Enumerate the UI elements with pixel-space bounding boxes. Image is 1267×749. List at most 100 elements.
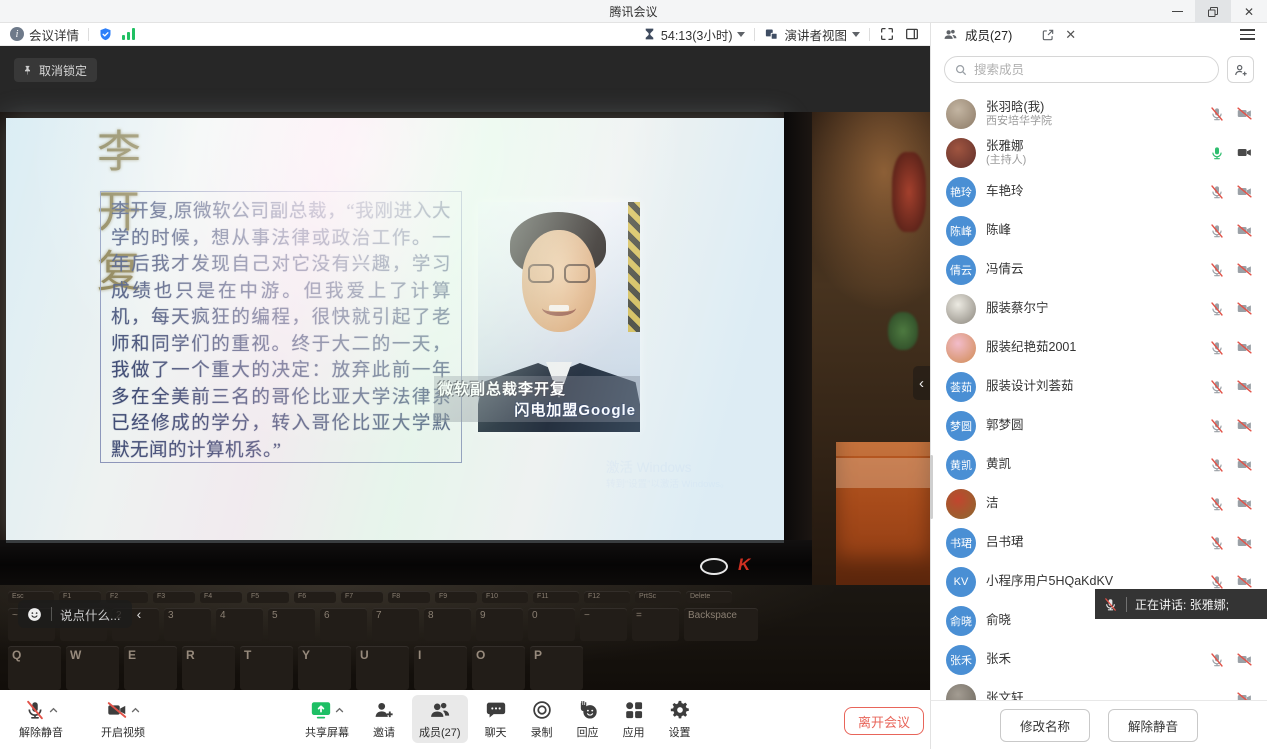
security-shield-icon[interactable] xyxy=(98,27,113,42)
search-member-box[interactable] xyxy=(944,56,1219,83)
member-row[interactable]: 倩云冯倩云 xyxy=(931,250,1267,289)
member-row[interactable]: 艳玲车艳玲 xyxy=(931,172,1267,211)
toolbar-label: 回应 xyxy=(577,724,599,740)
close-button[interactable]: ✕ xyxy=(1231,0,1267,23)
camera-on-icon[interactable] xyxy=(1236,144,1253,161)
view-mode-button[interactable]: 演讲者视图 xyxy=(764,25,860,44)
camera-off-icon[interactable] xyxy=(1236,456,1253,473)
keyboard-key: = xyxy=(632,608,679,641)
speaking-label: 正在讲话: xyxy=(1135,598,1186,612)
emoji-icon[interactable] xyxy=(26,606,43,623)
unmute-all-button[interactable]: 解除静音 xyxy=(1108,709,1198,742)
member-row[interactable]: 荟茹服装设计刘荟茹 xyxy=(931,367,1267,406)
avatar: 黄凯 xyxy=(946,450,976,480)
toolbar-label: 解除静音 xyxy=(19,724,63,740)
member-row[interactable]: 张羽晗(我)西安培华学院 xyxy=(931,94,1267,133)
member-row[interactable]: 服装蔡尔宁 xyxy=(931,289,1267,328)
member-name: 张雅娜 xyxy=(986,139,1209,154)
member-row[interactable]: 书珺吕书珺 xyxy=(931,523,1267,562)
member-row[interactable]: 张文轩 xyxy=(931,679,1267,700)
camera-off-icon[interactable] xyxy=(1236,339,1253,356)
side-panel-icon xyxy=(904,26,920,42)
meeting-toolbar: i 会议详情 54:13(3小时) 演讲者视图 xyxy=(0,23,930,46)
toolbar-reactions[interactable]: 回应 xyxy=(570,695,606,743)
camera-off-icon[interactable] xyxy=(1236,495,1253,512)
member-row[interactable]: 张禾张禾 xyxy=(931,640,1267,679)
search-member-input[interactable] xyxy=(974,63,1209,77)
fullscreen-button[interactable] xyxy=(879,26,895,42)
add-member-button[interactable] xyxy=(1227,56,1254,83)
mic-muted-icon[interactable] xyxy=(1209,574,1225,590)
laptop-bezel xyxy=(0,540,812,585)
toolbar-record[interactable]: 录制 xyxy=(524,695,560,743)
member-row[interactable]: 张雅娜(主持人) xyxy=(931,133,1267,172)
mic-muted-icon[interactable] xyxy=(1209,418,1225,434)
camera-off-icon[interactable] xyxy=(1236,300,1253,317)
toolbar-apps[interactable]: 应用 xyxy=(616,695,652,743)
mic-active-icon[interactable] xyxy=(1209,145,1225,161)
panel-close-icon[interactable]: ✕ xyxy=(1065,28,1076,41)
network-signal-icon[interactable] xyxy=(122,28,135,40)
layout-view-icon xyxy=(764,27,779,42)
panel-collapse-handle[interactable]: ‹ xyxy=(913,366,930,400)
mic-muted-icon[interactable] xyxy=(1209,379,1225,395)
member-name: 郭梦圆 xyxy=(986,418,1209,433)
chat-collapse-arrow[interactable]: ‹ xyxy=(128,600,150,628)
camera-off-icon[interactable] xyxy=(1236,261,1253,278)
quick-chat-input[interactable]: 说点什么... xyxy=(18,600,132,628)
popout-icon[interactable] xyxy=(1041,28,1055,42)
toolbar-start-video[interactable]: 开启视频 xyxy=(94,695,152,743)
chevron-up-icon[interactable] xyxy=(335,707,344,713)
minimize-button[interactable] xyxy=(1159,0,1195,23)
members-panel-footer: 修改名称解除静音 xyxy=(930,700,1267,749)
toolbar-unmute[interactable]: 解除静音 xyxy=(12,695,70,743)
mic-muted-icon[interactable] xyxy=(1209,223,1225,239)
mic-muted-icon xyxy=(1103,597,1118,612)
members-panel-header: 成员(27) ✕ xyxy=(930,23,1267,46)
toolbar-share-screen[interactable]: 共享屏幕 xyxy=(298,695,356,743)
meeting-details-button[interactable]: i 会议详情 xyxy=(10,25,79,44)
toolbar-invite[interactable]: 邀请 xyxy=(366,695,402,743)
keyboard-key: F3 xyxy=(153,591,195,603)
member-row[interactable]: 洁 xyxy=(931,484,1267,523)
mic-muted-icon[interactable] xyxy=(1209,184,1225,200)
mic-muted-icon[interactable] xyxy=(1209,496,1225,512)
keyboard-key: 8 xyxy=(424,608,471,641)
menu-icon[interactable] xyxy=(1240,29,1255,40)
side-panel-toggle-button[interactable] xyxy=(904,26,920,42)
mic-muted-icon[interactable] xyxy=(1209,301,1225,317)
camera-off-icon[interactable] xyxy=(1236,378,1253,395)
mic-muted-icon[interactable] xyxy=(1209,340,1225,356)
unpin-button[interactable]: 取消锁定 xyxy=(14,58,97,82)
mic-muted-icon[interactable] xyxy=(1209,535,1225,551)
leave-meeting-button[interactable]: 离开会议 xyxy=(844,707,924,735)
window-title: 腾讯会议 xyxy=(0,3,1267,20)
restore-button[interactable] xyxy=(1195,0,1231,23)
mic-muted-icon[interactable] xyxy=(1209,262,1225,278)
camera-off-icon[interactable] xyxy=(1236,690,1253,700)
mic-muted-icon[interactable] xyxy=(1209,457,1225,473)
rename-button[interactable]: 修改名称 xyxy=(1000,709,1090,742)
toolbar-settings[interactable]: 设置 xyxy=(662,695,698,743)
toolbar-chat[interactable]: 聊天 xyxy=(478,695,514,743)
camera-off-icon[interactable] xyxy=(1236,183,1253,200)
panel-scrollbar[interactable] xyxy=(930,455,933,519)
member-row[interactable]: 服装纪艳茹2001 xyxy=(931,328,1267,367)
camera-off-icon[interactable] xyxy=(1236,105,1253,122)
camera-off-icon[interactable] xyxy=(1236,573,1253,590)
member-row[interactable]: 陈峰陈峰 xyxy=(931,211,1267,250)
member-row[interactable]: 梦圆郭梦圆 xyxy=(931,406,1267,445)
divider xyxy=(88,28,89,41)
caption-line1: 微软副总裁李开复 xyxy=(438,378,636,399)
toolbar-members[interactable]: 成员(27) xyxy=(412,695,468,743)
mic-muted-icon[interactable] xyxy=(1209,106,1225,122)
camera-off-icon[interactable] xyxy=(1236,222,1253,239)
camera-off-icon[interactable] xyxy=(1236,651,1253,668)
meeting-timer[interactable]: 54:13(3小时) xyxy=(643,25,746,44)
chevron-up-icon[interactable] xyxy=(131,707,140,713)
mic-muted-icon[interactable] xyxy=(1209,652,1225,668)
camera-off-icon[interactable] xyxy=(1236,417,1253,434)
member-row[interactable]: 黄凯黄凯 xyxy=(931,445,1267,484)
camera-off-icon[interactable] xyxy=(1236,534,1253,551)
chevron-up-icon[interactable] xyxy=(49,707,58,713)
